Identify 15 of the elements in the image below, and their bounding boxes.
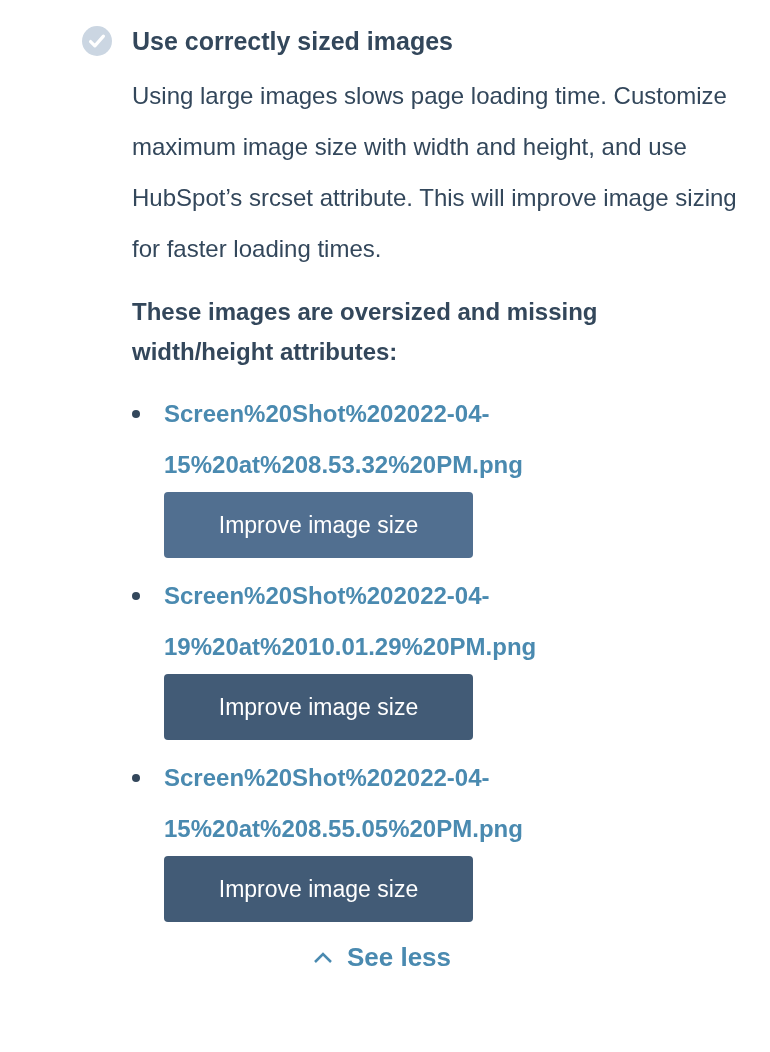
description: Using large images slows page loading time. Customize maximum image size with width and height, and use HubSpot’s srcset attribute. This will improve image sizing for faster loading times.: [132, 81, 738, 264]
bullet-icon: [132, 592, 140, 600]
subheading: These images are oversized and missing width/height attributes:: [132, 297, 599, 367]
caret-icon: [312, 951, 333, 964]
improve-button[interactable]: Improve image size: [164, 856, 473, 922]
see-less-link[interactable]: See less: [132, 942, 632, 973]
bullet-icon: [132, 774, 140, 782]
check-title: Use correctly sized images: [132, 26, 453, 56]
check-icon: [82, 26, 112, 56]
image-link[interactable]: Screen%20Shot%202022-04-19%20at%2010.01.29%20PM.png: [164, 570, 644, 672]
image-link[interactable]: Screen%20Shot%202022-04-15%20at%208.55.05%20PM.png: [164, 752, 644, 854]
bullet-icon: [132, 410, 140, 418]
improve-button[interactable]: Improve image size: [164, 492, 473, 558]
image-link[interactable]: Screen%20Shot%202022-04-15%20at%208.53.32%20PM.png: [164, 388, 644, 490]
improve-button[interactable]: Improve image size: [164, 674, 473, 740]
